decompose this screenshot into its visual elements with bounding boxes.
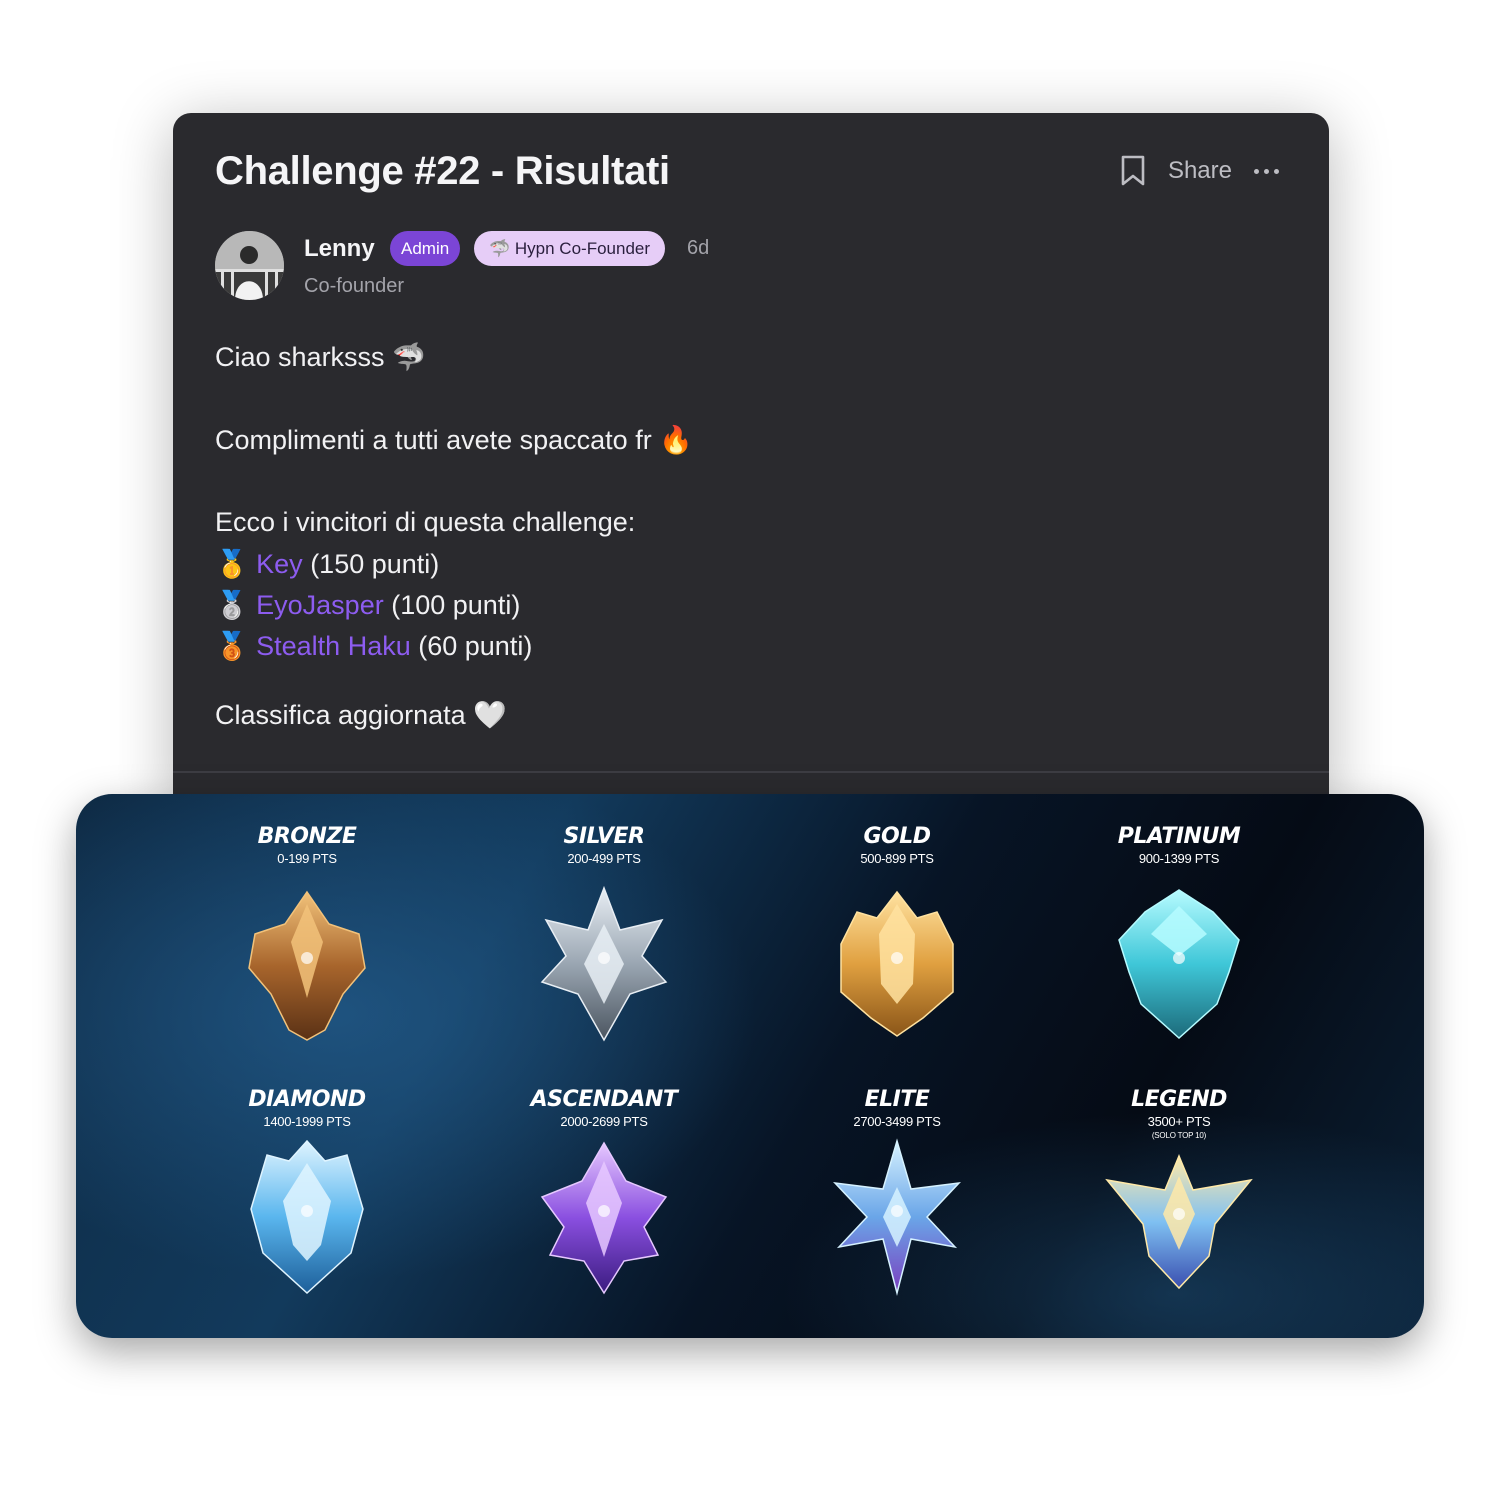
winner-item: 🥇 Key (150 punti)	[215, 548, 439, 580]
compliments-text: Complimenti a tutti avete spaccato fr 🔥	[215, 425, 693, 455]
rank-name: PLATINUM	[1117, 824, 1241, 849]
rank-elite: ELITE 2700-3499 PTS	[747, 1087, 1047, 1297]
emblem-glow	[301, 1205, 313, 1217]
rank-points: 500-899 PTS	[860, 851, 934, 866]
rank-points: 200-499 PTS	[567, 851, 641, 866]
winner-item: 🥉 Stealth Haku (60 punti)	[215, 630, 532, 662]
winner-points: (60 punti)	[418, 631, 533, 661]
winner-mention[interactable]: EyoJasper	[256, 590, 384, 620]
rank-bronze: BRONZE 0-199 PTS	[157, 824, 457, 1044]
emblem-glow	[598, 952, 610, 964]
rank-points: 900-1399 PTS	[1138, 851, 1220, 866]
share-button[interactable]: Share	[1168, 157, 1232, 185]
rank-points: 0-199 PTS	[277, 851, 337, 866]
rank-points: 3500+ PTS	[1147, 1114, 1211, 1129]
rank-gold: GOLD 500-899 PTS	[747, 824, 1047, 1044]
winner-item: 🥈 EyoJasper (100 punti)	[215, 589, 520, 621]
gold-emblem-icon	[840, 890, 954, 1037]
winners-intro: Ecco i vincitori di questa challenge:	[215, 507, 636, 537]
winner-points: (100 punti)	[391, 590, 521, 620]
closing-text: Classifica aggiornata 🤍	[215, 700, 507, 730]
elite-emblem-icon	[833, 1138, 961, 1296]
admin-badge: Admin	[390, 231, 461, 266]
divider	[173, 771, 1329, 773]
post-title: Challenge #22 - Risultati	[215, 149, 670, 193]
rank-name: SILVER	[563, 824, 645, 849]
rank-legend: LEGEND 3500+ PTS (SOLO TOP 10)	[1029, 1087, 1329, 1300]
rank-name: GOLD	[863, 824, 931, 849]
gold-medal-icon: 🥇	[215, 549, 249, 580]
greeting-text: Ciao sharksss 🦈	[215, 342, 426, 372]
winner-points: (150 punti)	[310, 549, 440, 579]
rank-points: 1400-1999 PTS	[263, 1114, 351, 1129]
rank-ascendant: ASCENDANT 2000-2699 PTS	[454, 1087, 754, 1297]
post-actions: Share	[1120, 155, 1279, 187]
rank-name: ELITE	[864, 1087, 930, 1112]
rank-name: DIAMOND	[248, 1087, 366, 1112]
diamond-emblem-icon	[250, 1139, 364, 1295]
founder-badge: 🦈 Hypn Co-Founder	[474, 231, 666, 266]
rank-name: LEGEND	[1131, 1087, 1227, 1112]
rank-points: 2700-3499 PTS	[853, 1114, 941, 1129]
more-options-icon[interactable]	[1254, 161, 1279, 182]
emblem-glow	[891, 1205, 903, 1217]
emblem-glow	[1173, 1208, 1185, 1220]
legend-emblem-icon	[1105, 1154, 1253, 1290]
emblem-glow	[891, 952, 903, 964]
author-role: Co-founder	[304, 275, 405, 297]
rank-platinum: PLATINUM 900-1399 PTS	[1029, 824, 1329, 1044]
bookmark-icon[interactable]	[1120, 155, 1146, 187]
silver-emblem-icon	[540, 885, 668, 1042]
platinum-emblem-icon	[1118, 889, 1240, 1040]
emblem-glow	[1173, 952, 1185, 964]
author-name[interactable]: Lenny	[304, 235, 375, 263]
bronze-emblem-icon	[248, 890, 366, 1041]
winner-mention[interactable]: Stealth Haku	[256, 631, 411, 661]
rank-tiers-banner: BRONZE 0-199 PTS SILVER 200-499 PTS GOLD…	[76, 794, 1424, 1338]
rank-diamond: DIAMOND 1400-1999 PTS	[157, 1087, 457, 1297]
rank-name: BRONZE	[257, 824, 357, 849]
ascendant-emblem-icon	[540, 1141, 668, 1295]
rank-note: (SOLO TOP 10)	[1151, 1131, 1207, 1140]
silver-medal-icon: 🥈	[215, 590, 249, 621]
post-card: Challenge #22 - Risultati Share Lenny Ad…	[173, 113, 1329, 813]
bronze-medal-icon: 🥉	[215, 631, 249, 662]
emblem-glow	[301, 952, 313, 964]
winner-mention[interactable]: Key	[256, 549, 303, 579]
rank-name: ASCENDANT	[530, 1087, 678, 1112]
rank-silver: SILVER 200-499 PTS	[454, 824, 754, 1044]
rank-points: 2000-2699 PTS	[560, 1114, 648, 1129]
emblem-glow	[598, 1205, 610, 1217]
post-age: 6d	[687, 237, 710, 259]
avatar[interactable]	[215, 231, 284, 300]
